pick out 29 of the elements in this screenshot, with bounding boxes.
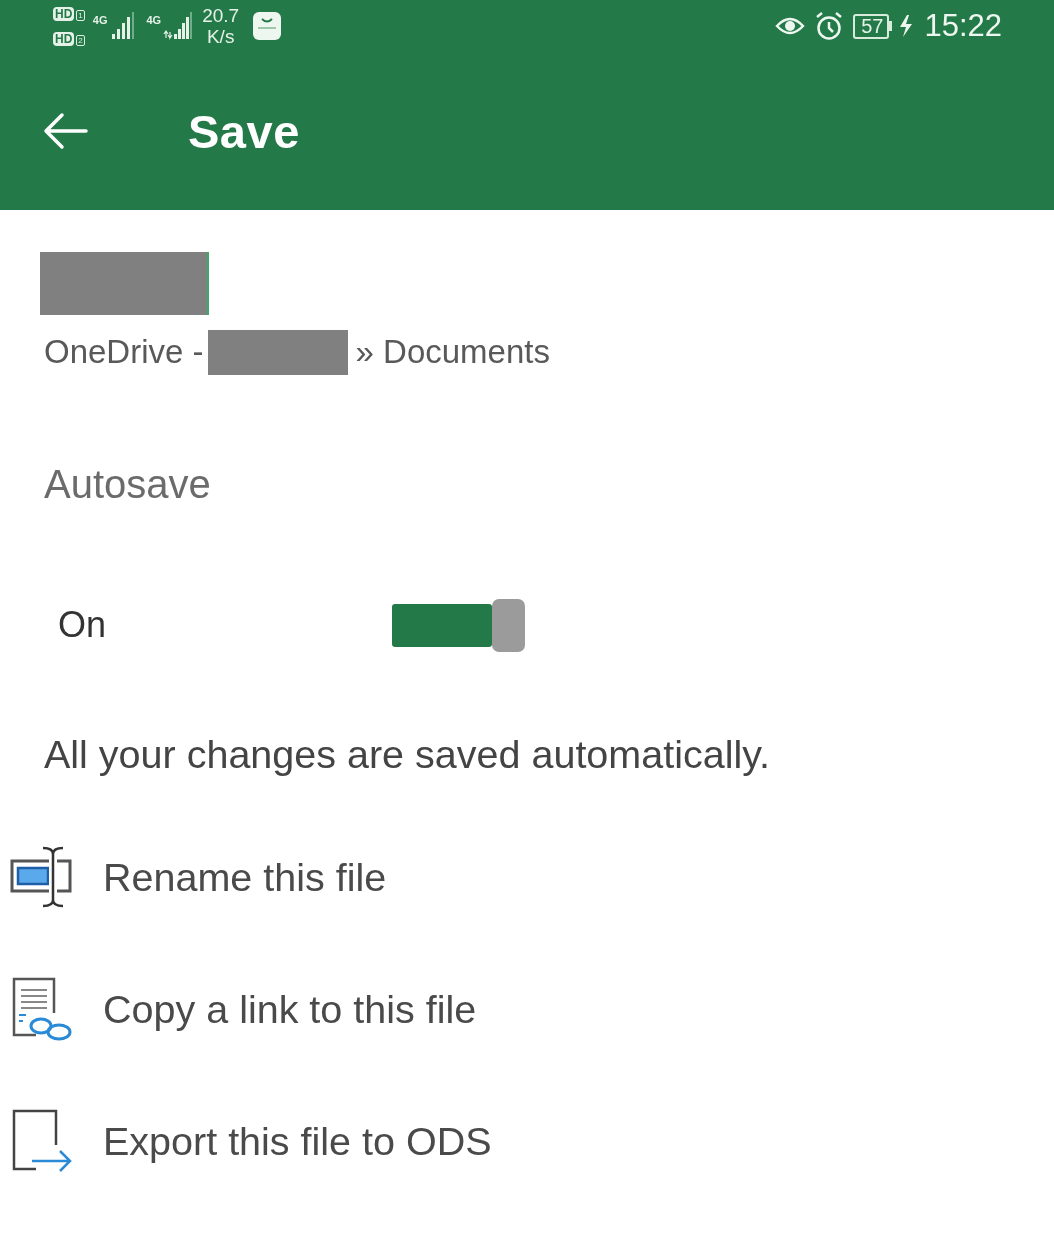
signal-icon	[162, 12, 193, 40]
autosave-toggle[interactable]	[392, 598, 525, 652]
alarm-clock-icon	[815, 11, 844, 41]
hd-badge: HD	[53, 6, 75, 21]
location-folder: » Documents	[355, 333, 550, 371]
battery-indicator: 57	[853, 13, 893, 39]
action-item[interactable]: Rename this file	[0, 811, 600, 943]
sim-slot: 2	[76, 35, 85, 46]
screen-title: Save	[188, 103, 300, 159]
back-arrow-icon	[42, 112, 88, 150]
document-link-icon	[10, 977, 74, 1041]
sim-slot: 1	[76, 10, 85, 21]
action-item[interactable]: Copy a link to this file	[0, 943, 600, 1075]
toggle-label: On	[57, 604, 108, 646]
network-type: 4G	[92, 14, 108, 26]
network-type: 4G	[146, 14, 162, 26]
autosave-description: All your changes are saved automatically.	[44, 731, 771, 777]
export-icon	[10, 1109, 74, 1173]
rename-icon	[10, 845, 74, 909]
speed-unit: K/s	[206, 26, 235, 47]
speed-value: 20.7	[202, 5, 240, 26]
back-button[interactable]	[42, 112, 88, 150]
clock-time: 15:22	[924, 8, 1002, 44]
section-heading: Autosave	[44, 461, 212, 507]
action-item[interactable]: Export this file to ODS	[0, 1075, 600, 1207]
eye-icon	[775, 16, 806, 36]
location-prefix: OneDrive -	[44, 333, 204, 371]
hd-badge: HD	[53, 31, 75, 46]
app-notification-icon	[253, 12, 282, 40]
